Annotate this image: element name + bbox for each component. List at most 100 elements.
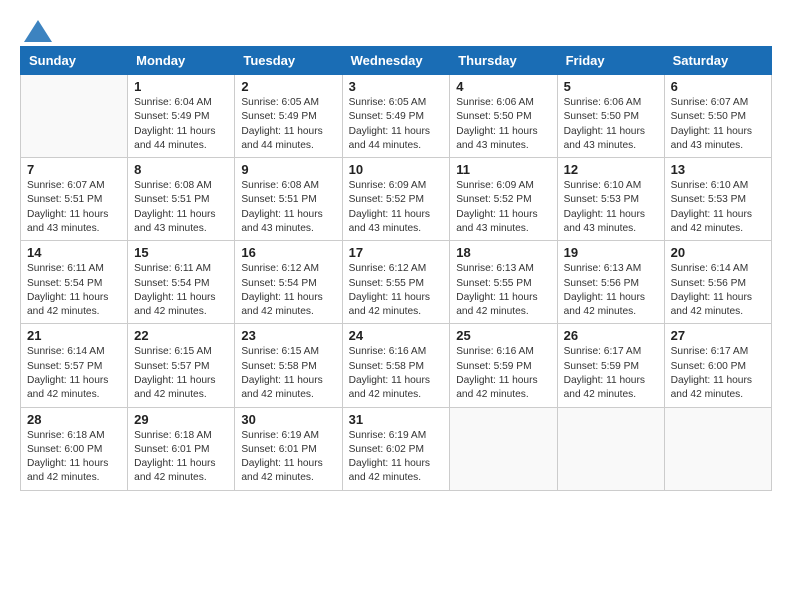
calendar-cell: 5Sunrise: 6:06 AMSunset: 5:50 PMDaylight… xyxy=(557,75,664,158)
calendar-cell: 17 Sunrise: 6:12 AMSunset: 5:55 PMDayligh… xyxy=(342,241,450,324)
day-number: 31 xyxy=(349,412,444,427)
cell-info: Sunrise: 6:09 AMSunset: 5:52 PMDaylight:… xyxy=(456,179,550,236)
calendar-cell: 3Sunrise: 6:05 AMSunset: 5:49 PMDaylight… xyxy=(342,75,450,158)
calendar-cell: 16 Sunrise: 6:12 AMSunset: 5:54 PMDayligh… xyxy=(235,241,342,324)
cell-info: Sunrise: 6:14 AMSunset: 5:57 PMDaylight:… xyxy=(27,345,121,402)
cell-info: Sunrise: 6:16 AMSunset: 5:58 PMDaylight:… xyxy=(349,345,444,402)
day-number: 10 xyxy=(349,162,444,177)
day-number: 12 xyxy=(564,162,658,177)
day-number: 1 xyxy=(134,79,228,94)
day-of-week-header: Thursday xyxy=(450,47,557,75)
calendar-cell: 8 Sunrise: 6:08 AMSunset: 5:51 PMDaylight… xyxy=(128,158,235,241)
calendar-cell xyxy=(21,75,128,158)
day-of-week-header: Sunday xyxy=(21,47,128,75)
cell-info: Sunrise: 6:12 AMSunset: 5:55 PMDaylight:… xyxy=(349,262,444,319)
day-number: 8 xyxy=(134,162,228,177)
day-number: 4 xyxy=(456,79,550,94)
cell-info: Sunrise: 6:10 AMSunset: 5:53 PMDaylight:… xyxy=(671,179,765,236)
cell-info: Sunrise: 6:17 AMSunset: 6:00 PMDaylight:… xyxy=(671,345,765,402)
calendar-week-row: 7Sunrise: 6:07 AMSunset: 5:51 PMDaylight… xyxy=(21,158,772,241)
day-number: 21 xyxy=(27,328,121,343)
calendar-cell: 23 Sunrise: 6:15 AMSunset: 5:58 PMDayligh… xyxy=(235,324,342,407)
day-number: 3 xyxy=(349,79,444,94)
cell-info: Sunrise: 6:19 AMSunset: 6:01 PMDaylight:… xyxy=(241,429,335,486)
calendar-cell: 11 Sunrise: 6:09 AMSunset: 5:52 PMDayligh… xyxy=(450,158,557,241)
day-number: 17 xyxy=(349,245,444,260)
calendar-week-row: 21 Sunrise: 6:14 AMSunset: 5:57 PMDayligh… xyxy=(21,324,772,407)
calendar-cell: 30 Sunrise: 6:19 AMSunset: 6:01 PMDayligh… xyxy=(235,407,342,490)
calendar-cell: 14 Sunrise: 6:11 AMSunset: 5:54 PMDayligh… xyxy=(21,241,128,324)
calendar-cell: 22Sunrise: 6:15 AMSunset: 5:57 PMDayligh… xyxy=(128,324,235,407)
day-number: 29 xyxy=(134,412,228,427)
day-of-week-header: Saturday xyxy=(664,47,771,75)
calendar-cell: 26 Sunrise: 6:17 AMSunset: 5:59 PMDayligh… xyxy=(557,324,664,407)
calendar-cell: 19 Sunrise: 6:13 AMSunset: 5:56 PMDayligh… xyxy=(557,241,664,324)
day-number: 26 xyxy=(564,328,658,343)
calendar-cell xyxy=(557,407,664,490)
calendar-cell: 20 Sunrise: 6:14 AMSunset: 5:56 PMDayligh… xyxy=(664,241,771,324)
calendar-week-row: 28Sunrise: 6:18 AMSunset: 6:00 PMDayligh… xyxy=(21,407,772,490)
cell-info: Sunrise: 6:19 AMSunset: 6:02 PMDaylight:… xyxy=(349,429,444,486)
day-number: 6 xyxy=(671,79,765,94)
calendar-cell: 15Sunrise: 6:11 AMSunset: 5:54 PMDayligh… xyxy=(128,241,235,324)
cell-info: Sunrise: 6:05 AMSunset: 5:49 PMDaylight:… xyxy=(241,96,335,153)
cell-info: Sunrise: 6:15 AMSunset: 5:57 PMDaylight:… xyxy=(134,345,228,402)
cell-info: Sunrise: 6:08 AMSunset: 5:51 PMDaylight:… xyxy=(134,179,228,236)
day-of-week-header: Friday xyxy=(557,47,664,75)
calendar-table: SundayMondayTuesdayWednesdayThursdayFrid… xyxy=(20,46,772,491)
cell-info: Sunrise: 6:11 AMSunset: 5:54 PMDaylight:… xyxy=(134,262,228,319)
day-number: 23 xyxy=(241,328,335,343)
cell-info: Sunrise: 6:07 AMSunset: 5:50 PMDaylight:… xyxy=(671,96,765,153)
cell-info: Sunrise: 6:12 AMSunset: 5:54 PMDaylight:… xyxy=(241,262,335,319)
day-of-week-header: Tuesday xyxy=(235,47,342,75)
day-number: 14 xyxy=(27,245,121,260)
logo-icon xyxy=(24,20,52,42)
cell-info: Sunrise: 6:09 AMSunset: 5:52 PMDaylight:… xyxy=(349,179,444,236)
day-number: 27 xyxy=(671,328,765,343)
calendar-cell: 10 Sunrise: 6:09 AMSunset: 5:52 PMDayligh… xyxy=(342,158,450,241)
cell-info: Sunrise: 6:13 AMSunset: 5:55 PMDaylight:… xyxy=(456,262,550,319)
day-of-week-header: Monday xyxy=(128,47,235,75)
calendar-cell: 6 Sunrise: 6:07 AMSunset: 5:50 PMDaylight… xyxy=(664,75,771,158)
cell-info: Sunrise: 6:18 AMSunset: 6:01 PMDaylight:… xyxy=(134,429,228,486)
calendar-cell: 4Sunrise: 6:06 AMSunset: 5:50 PMDaylight… xyxy=(450,75,557,158)
cell-info: Sunrise: 6:13 AMSunset: 5:56 PMDaylight:… xyxy=(564,262,658,319)
cell-info: Sunrise: 6:14 AMSunset: 5:56 PMDaylight:… xyxy=(671,262,765,319)
calendar-cell xyxy=(450,407,557,490)
calendar-cell: 29 Sunrise: 6:18 AMSunset: 6:01 PMDayligh… xyxy=(128,407,235,490)
day-number: 24 xyxy=(349,328,444,343)
cell-info: Sunrise: 6:06 AMSunset: 5:50 PMDaylight:… xyxy=(564,96,658,153)
calendar-cell: 24 Sunrise: 6:16 AMSunset: 5:58 PMDayligh… xyxy=(342,324,450,407)
calendar-cell: 25 Sunrise: 6:16 AMSunset: 5:59 PMDayligh… xyxy=(450,324,557,407)
calendar-cell xyxy=(664,407,771,490)
cell-info: Sunrise: 6:15 AMSunset: 5:58 PMDaylight:… xyxy=(241,345,335,402)
calendar-cell: 27 Sunrise: 6:17 AMSunset: 6:00 PMDayligh… xyxy=(664,324,771,407)
cell-info: Sunrise: 6:17 AMSunset: 5:59 PMDaylight:… xyxy=(564,345,658,402)
calendar-cell: 28Sunrise: 6:18 AMSunset: 6:00 PMDayligh… xyxy=(21,407,128,490)
day-number: 19 xyxy=(564,245,658,260)
day-number: 20 xyxy=(671,245,765,260)
day-number: 11 xyxy=(456,162,550,177)
cell-info: Sunrise: 6:11 AMSunset: 5:54 PMDaylight:… xyxy=(27,262,121,319)
calendar-cell: 1 Sunrise: 6:04 AMSunset: 5:49 PMDaylight… xyxy=(128,75,235,158)
calendar-cell: 21 Sunrise: 6:14 AMSunset: 5:57 PMDayligh… xyxy=(21,324,128,407)
day-number: 9 xyxy=(241,162,335,177)
cell-info: Sunrise: 6:04 AMSunset: 5:49 PMDaylight:… xyxy=(134,96,228,153)
cell-info: Sunrise: 6:10 AMSunset: 5:53 PMDaylight:… xyxy=(564,179,658,236)
calendar-week-row: 1 Sunrise: 6:04 AMSunset: 5:49 PMDaylight… xyxy=(21,75,772,158)
logo xyxy=(20,20,52,36)
cell-info: Sunrise: 6:07 AMSunset: 5:51 PMDaylight:… xyxy=(27,179,121,236)
day-number: 16 xyxy=(241,245,335,260)
day-number: 13 xyxy=(671,162,765,177)
day-number: 30 xyxy=(241,412,335,427)
calendar-cell: 13 Sunrise: 6:10 AMSunset: 5:53 PMDayligh… xyxy=(664,158,771,241)
calendar-header-row: SundayMondayTuesdayWednesdayThursdayFrid… xyxy=(21,47,772,75)
calendar-cell: 12 Sunrise: 6:10 AMSunset: 5:53 PMDayligh… xyxy=(557,158,664,241)
calendar-cell: 7Sunrise: 6:07 AMSunset: 5:51 PMDaylight… xyxy=(21,158,128,241)
day-number: 28 xyxy=(27,412,121,427)
day-number: 25 xyxy=(456,328,550,343)
calendar-week-row: 14 Sunrise: 6:11 AMSunset: 5:54 PMDayligh… xyxy=(21,241,772,324)
cell-info: Sunrise: 6:08 AMSunset: 5:51 PMDaylight:… xyxy=(241,179,335,236)
cell-info: Sunrise: 6:16 AMSunset: 5:59 PMDaylight:… xyxy=(456,345,550,402)
calendar-cell: 9 Sunrise: 6:08 AMSunset: 5:51 PMDaylight… xyxy=(235,158,342,241)
